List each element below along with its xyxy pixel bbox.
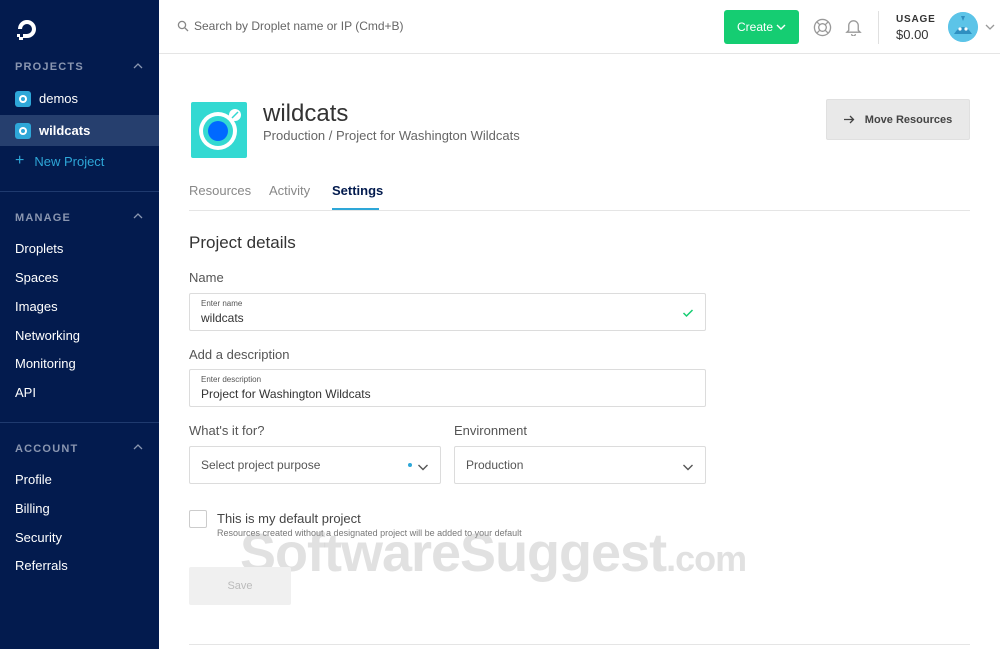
avatar[interactable]: [948, 12, 978, 42]
usage-value[interactable]: $0.00: [896, 27, 929, 42]
active-tab-indicator: [332, 208, 379, 210]
save-button[interactable]: Save: [189, 567, 291, 605]
tab-settings[interactable]: Settings: [332, 183, 383, 198]
required-dot-icon: [408, 463, 412, 467]
chevron-down-icon: [683, 464, 693, 471]
name-field[interactable]: Enter name wildcats: [189, 293, 706, 331]
topbar-separator: [878, 11, 879, 44]
chevron-down-icon: [418, 464, 428, 471]
search-icon: [177, 20, 189, 32]
sidebar-divider: [0, 422, 159, 423]
chevron-down-icon[interactable]: [985, 22, 995, 32]
new-project-label: New Project: [34, 153, 105, 169]
create-label: Create: [736, 20, 774, 34]
sidebar-item-security[interactable]: Security: [15, 530, 62, 545]
section-heading: Project details: [189, 233, 296, 252]
environment-select[interactable]: Production: [454, 446, 706, 484]
digitalocean-logo-icon[interactable]: [14, 16, 40, 42]
sidebar-project-demos[interactable]: demos: [0, 83, 159, 114]
sidebar-item-images[interactable]: Images: [15, 299, 58, 314]
section-divider: [189, 644, 970, 645]
usage-label: USAGE: [896, 14, 936, 25]
project-subtitle: Production / Project for Washington Wild…: [263, 128, 520, 143]
plus-icon: +: [15, 152, 25, 169]
chevron-up-icon[interactable]: [133, 211, 143, 221]
description-value: Project for Washington Wildcats: [201, 387, 371, 401]
account-heading: ACCOUNT: [15, 443, 79, 455]
search-input[interactable]: [194, 16, 594, 36]
topbar: Create USAGE $0.00: [159, 0, 1000, 54]
description-mini-label: Enter description: [201, 375, 262, 384]
description-label: Add a description: [189, 347, 290, 362]
page-title: wildcats: [263, 100, 349, 127]
environment-label: Environment: [454, 423, 527, 438]
purpose-value: Select project purpose: [201, 458, 321, 472]
sidebar-item-droplets[interactable]: Droplets: [15, 241, 63, 256]
new-project-link[interactable]: + New Project: [15, 153, 104, 169]
description-field[interactable]: Enter description Project for Washington…: [189, 369, 706, 407]
sidebar-item-api[interactable]: API: [15, 385, 36, 400]
name-label: Name: [189, 270, 224, 285]
purpose-select[interactable]: Select project purpose: [189, 446, 441, 484]
chevron-up-icon[interactable]: [133, 61, 143, 71]
sidebar-item-monitoring[interactable]: Monitoring: [15, 356, 76, 371]
project-logo: [191, 102, 247, 158]
watermark-suffix: .com: [666, 538, 747, 579]
sidebar: PROJECTS demos wildcats + New Project MA…: [0, 0, 159, 649]
sidebar-item-spaces[interactable]: Spaces: [15, 270, 58, 285]
create-button[interactable]: Create: [724, 10, 799, 44]
watermark-text: SoftwareSuggest: [240, 523, 667, 583]
sidebar-project-label: demos: [39, 91, 79, 106]
name-value: wildcats: [201, 311, 244, 325]
shark-avatar-icon: [948, 12, 978, 42]
sidebar-project-wildcats[interactable]: wildcats: [0, 115, 159, 146]
project-avatar-icon: [199, 109, 241, 150]
tab-resources[interactable]: Resources: [189, 183, 251, 198]
chevron-down-icon: [776, 24, 786, 30]
help-icon[interactable]: [813, 18, 832, 37]
sidebar-divider: [0, 191, 159, 192]
manage-heading: MANAGE: [15, 212, 72, 224]
project-icon: [15, 90, 31, 107]
purpose-label: What's it for?: [189, 423, 265, 438]
tab-activity[interactable]: Activity: [269, 183, 310, 198]
check-icon: [682, 309, 694, 318]
move-resources-button[interactable]: Move Resources: [826, 99, 970, 140]
default-project-checkbox[interactable]: [189, 510, 207, 528]
sidebar-item-referrals[interactable]: Referrals: [15, 558, 68, 573]
watermark: SoftwareSuggest.com: [240, 522, 747, 584]
chevron-up-icon[interactable]: [133, 442, 143, 452]
projects-heading: PROJECTS: [15, 61, 84, 73]
arrow-right-icon: [843, 115, 855, 124]
sidebar-item-billing[interactable]: Billing: [15, 501, 50, 516]
environment-value: Production: [466, 458, 524, 472]
tabs-divider: [189, 210, 970, 211]
sidebar-project-label: wildcats: [39, 123, 91, 138]
project-icon: [15, 122, 31, 139]
name-mini-label: Enter name: [201, 299, 243, 308]
sidebar-item-networking[interactable]: Networking: [15, 328, 80, 343]
bell-icon[interactable]: [844, 17, 863, 36]
sidebar-item-profile[interactable]: Profile: [15, 472, 52, 487]
move-resources-label: Move Resources: [864, 113, 953, 126]
